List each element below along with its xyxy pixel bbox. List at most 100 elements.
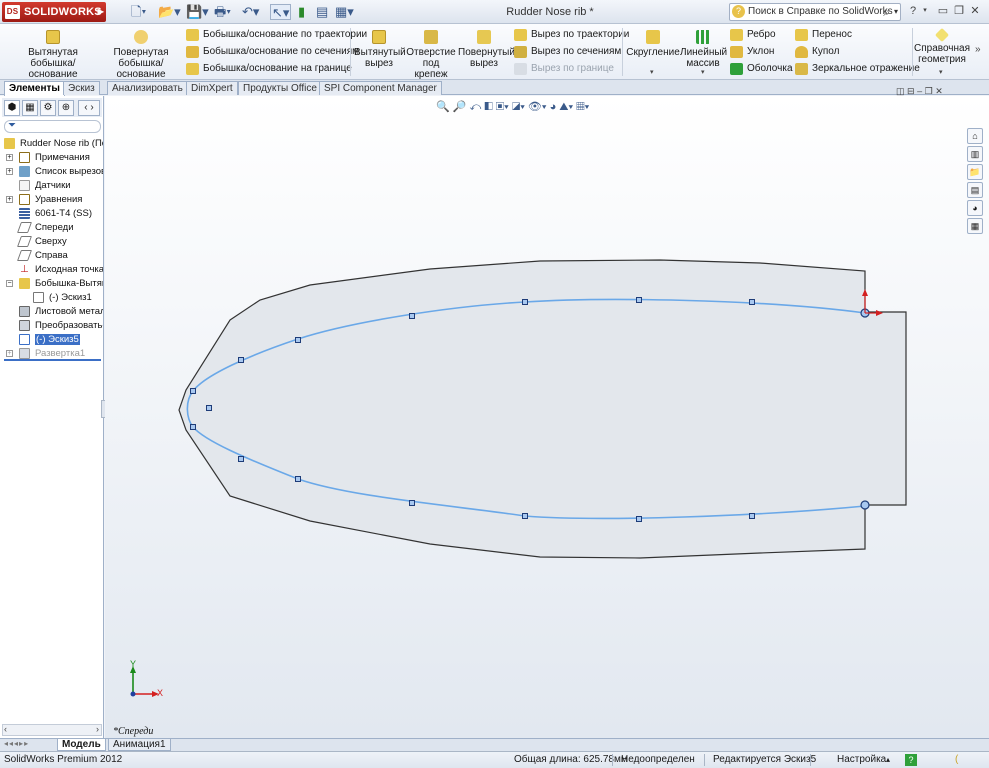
- tree-item-plane-top[interactable]: Сверху: [6, 235, 103, 248]
- custom-properties-icon[interactable]: ▦: [967, 218, 983, 234]
- chevron-down-icon[interactable]: ▾: [894, 4, 898, 20]
- split-view-icon[interactable]: ◫: [896, 86, 905, 96]
- tree-item-plane-front[interactable]: Спереди: [6, 221, 103, 234]
- new-document-icon[interactable]: 🗋▾: [131, 4, 146, 20]
- minimize-button[interactable]: ▭: [936, 4, 950, 18]
- graphics-area[interactable]: [105, 96, 989, 738]
- revolved-cut-button[interactable]: Повернутый вырез: [458, 26, 515, 69]
- feature-tree-tab-icon[interactable]: ⬢: [4, 100, 20, 116]
- rebuild-icon[interactable]: ▮: [298, 4, 305, 20]
- swept-cut-button[interactable]: Вырез по траектории: [514, 27, 629, 43]
- solidworks-logo[interactable]: DS SOLIDWORKS ▶: [2, 2, 106, 22]
- help-icon[interactable]: ?: [905, 754, 917, 766]
- design-library-icon[interactable]: ▥: [967, 146, 983, 162]
- more-commands-icon[interactable]: »: [975, 44, 981, 55]
- open-folder-icon[interactable]: 📂▾: [158, 4, 181, 20]
- tab-evaluate[interactable]: Анализировать: [107, 81, 188, 95]
- help-dropdown-icon[interactable]: ▾: [918, 4, 932, 18]
- tab-animation1[interactable]: Анимация1: [108, 739, 171, 751]
- minimize-doc-icon[interactable]: –: [917, 86, 922, 96]
- file-properties-icon[interactable]: ▤: [316, 4, 328, 20]
- previous-view-icon[interactable]: ⤺: [470, 101, 482, 113]
- extruded-cut-button[interactable]: Вытянутый вырез: [354, 26, 406, 69]
- property-manager-tab-icon[interactable]: ▦: [22, 100, 38, 116]
- hide-show-items-icon[interactable]: 👁▾: [528, 101, 547, 113]
- tab-dimxpert[interactable]: DimXpert: [186, 81, 238, 95]
- help-search-input[interactable]: ? Поиск в Справке по SolidWorks ⌕ ▾: [729, 3, 901, 21]
- tree-item-annotations[interactable]: + Примечания: [6, 151, 103, 164]
- apply-scene-icon[interactable]: ⛰▾: [559, 101, 573, 113]
- chevron-up-icon[interactable]: ▴: [886, 752, 890, 768]
- tree-item-sketch1[interactable]: (-) Эскиз1: [20, 291, 103, 304]
- dome-button[interactable]: Купол: [795, 44, 839, 60]
- draft-button[interactable]: Уклон: [730, 44, 774, 60]
- chevron-down-icon[interactable]: ▾: [650, 68, 654, 76]
- boundary-boss-button[interactable]: Бобышка/основание на границе: [186, 61, 352, 77]
- tree-item-convert[interactable]: Преобразовать-Т: [6, 319, 103, 332]
- tree-filter-input[interactable]: ⏷: [4, 120, 101, 133]
- section-view-icon[interactable]: ◧: [484, 101, 492, 113]
- lofted-boss-button[interactable]: Бобышка/основание по сечениям: [186, 44, 359, 60]
- mirror-button[interactable]: Зеркальное отражение: [795, 61, 920, 77]
- shell-button[interactable]: Оболочка: [730, 61, 793, 77]
- tab-sketch[interactable]: Эскиз: [63, 81, 100, 95]
- chevron-down-icon[interactable]: ▾: [701, 68, 705, 76]
- options-icon[interactable]: ▦▾: [335, 4, 354, 20]
- close-button[interactable]: ✕: [968, 4, 982, 18]
- tree-item-sheet-metal[interactable]: Листовой металл: [6, 305, 103, 318]
- tab-scroll-arrows-icon[interactable]: ‹ ›: [78, 100, 100, 116]
- zoom-to-area-icon[interactable]: 🔎: [453, 101, 467, 113]
- zoom-to-fit-icon[interactable]: 🔍: [436, 101, 450, 113]
- tab-spi-component-manager[interactable]: SPI Component Manager: [319, 81, 442, 95]
- print-icon[interactable]: 🖶▾: [214, 4, 231, 20]
- tree-horizontal-scrollbar[interactable]: ‹ ›: [2, 724, 102, 736]
- configuration-manager-tab-icon[interactable]: ⚙: [40, 100, 56, 116]
- collapse-icon[interactable]: −: [6, 280, 13, 287]
- tree-item-sketch5[interactable]: (-) Эскиз5: [6, 333, 103, 346]
- appearances-icon[interactable]: ◕: [967, 200, 983, 216]
- restore-doc-icon[interactable]: ❐: [925, 86, 933, 96]
- display-style-icon[interactable]: ◪▾: [512, 101, 525, 113]
- lofted-cut-button[interactable]: Вырез по сечениям: [514, 44, 621, 60]
- notification-icon[interactable]: (: [955, 752, 958, 768]
- tree-item-flat-pattern[interactable]: + Развертка1: [6, 347, 103, 360]
- tree-item-sensors[interactable]: Датчики: [6, 179, 103, 192]
- swept-boss-button[interactable]: Бобышка/основание по траектории: [186, 27, 367, 43]
- expand-icon[interactable]: +: [6, 196, 13, 203]
- restore-button[interactable]: ❐: [952, 4, 966, 18]
- view-orientation-icon[interactable]: ▣▾: [496, 101, 509, 113]
- revolved-boss-button[interactable]: Повернутая бобышка/основание: [98, 26, 184, 80]
- tree-item-cutlist[interactable]: + Список вырезов(: [6, 165, 103, 178]
- save-icon[interactable]: 💾▾: [186, 4, 209, 20]
- tree-item-part[interactable]: Rudder Nose rib (По: [4, 137, 103, 150]
- magnifier-icon[interactable]: ⌕: [883, 4, 890, 20]
- extruded-boss-button[interactable]: Вытянутая бобышка/основание: [10, 26, 96, 80]
- linear-pattern-button[interactable]: Линейный массив: [680, 26, 727, 69]
- expand-icon[interactable]: +: [6, 350, 13, 357]
- split-horizontal-icon[interactable]: ⊟: [907, 86, 915, 96]
- tab-model[interactable]: Модель: [57, 739, 106, 751]
- tree-item-equations[interactable]: + Уравнения: [6, 193, 103, 206]
- tab-features[interactable]: Элементы: [4, 81, 65, 96]
- hole-wizard-button[interactable]: Отверстие под крепеж: [406, 26, 456, 80]
- resources-home-icon[interactable]: ⌂: [967, 128, 983, 144]
- fillet-button[interactable]: Скругление: [626, 26, 680, 58]
- scroll-left-icon[interactable]: ‹: [4, 724, 7, 734]
- tree-item-plane-right[interactable]: Справа: [6, 249, 103, 262]
- edit-appearance-icon[interactable]: ◕: [550, 101, 557, 113]
- dimxpert-tab-icon[interactable]: ⊕: [58, 100, 74, 116]
- tree-item-boss-extrude[interactable]: − Бобышка-Вытяну: [6, 277, 103, 290]
- undo-icon[interactable]: ↶▾: [242, 4, 259, 20]
- tab-scroll-icon[interactable]: ◂◂◂▸▸: [4, 739, 29, 748]
- chevron-down-icon[interactable]: ▾: [939, 68, 943, 76]
- boundary-cut-button[interactable]: Вырез по границе: [514, 61, 614, 77]
- tree-item-material[interactable]: 6061-T4 (SS): [6, 207, 103, 220]
- customize-menu[interactable]: Настройка: [837, 752, 886, 768]
- view-settings-icon[interactable]: ▦▾: [576, 101, 589, 113]
- select-cursor-icon[interactable]: ↖▾: [270, 4, 292, 20]
- scroll-right-icon[interactable]: ›: [96, 724, 99, 734]
- expand-icon[interactable]: +: [6, 168, 13, 175]
- rib-button[interactable]: Ребро: [730, 27, 776, 43]
- file-explorer-icon[interactable]: 📁: [967, 164, 983, 180]
- tree-item-origin[interactable]: ⊥ Исходная точка: [6, 263, 103, 276]
